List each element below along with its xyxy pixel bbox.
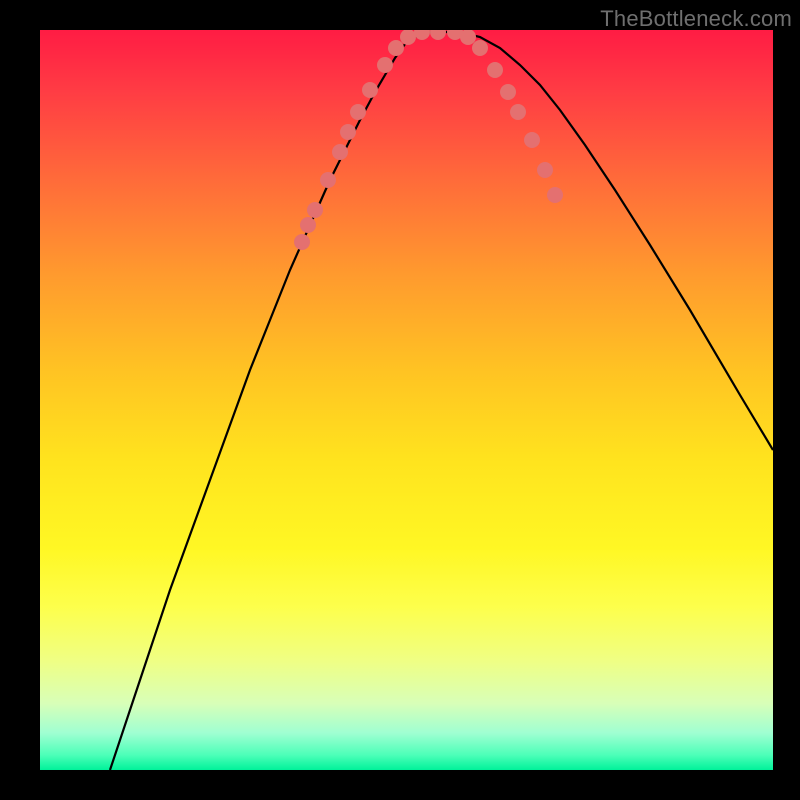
- curve-marker: [307, 202, 323, 218]
- curve-marker: [472, 40, 488, 56]
- watermark-text: TheBottleneck.com: [600, 6, 792, 32]
- curve-marker: [524, 132, 540, 148]
- curve-marker: [300, 217, 316, 233]
- curve-marker: [487, 62, 503, 78]
- curve-marker: [377, 57, 393, 73]
- curve-marker: [332, 144, 348, 160]
- curve-marker: [547, 187, 563, 203]
- chart-frame: TheBottleneck.com: [0, 0, 800, 800]
- curve-marker: [430, 30, 446, 40]
- bottleneck-curve: [40, 30, 773, 770]
- curve-marker: [340, 124, 356, 140]
- curve-marker: [510, 104, 526, 120]
- curve-marker: [500, 84, 516, 100]
- curve-line: [110, 32, 773, 770]
- curve-marker: [460, 30, 476, 45]
- curve-marker: [388, 40, 404, 56]
- curve-marker: [414, 30, 430, 40]
- curve-marker: [294, 234, 310, 250]
- curve-marker: [400, 30, 416, 45]
- curve-marker: [537, 162, 553, 178]
- curve-marker: [350, 104, 366, 120]
- curve-marker: [362, 82, 378, 98]
- curve-marker: [320, 172, 336, 188]
- plot-area: [40, 30, 773, 770]
- curve-markers: [294, 30, 563, 250]
